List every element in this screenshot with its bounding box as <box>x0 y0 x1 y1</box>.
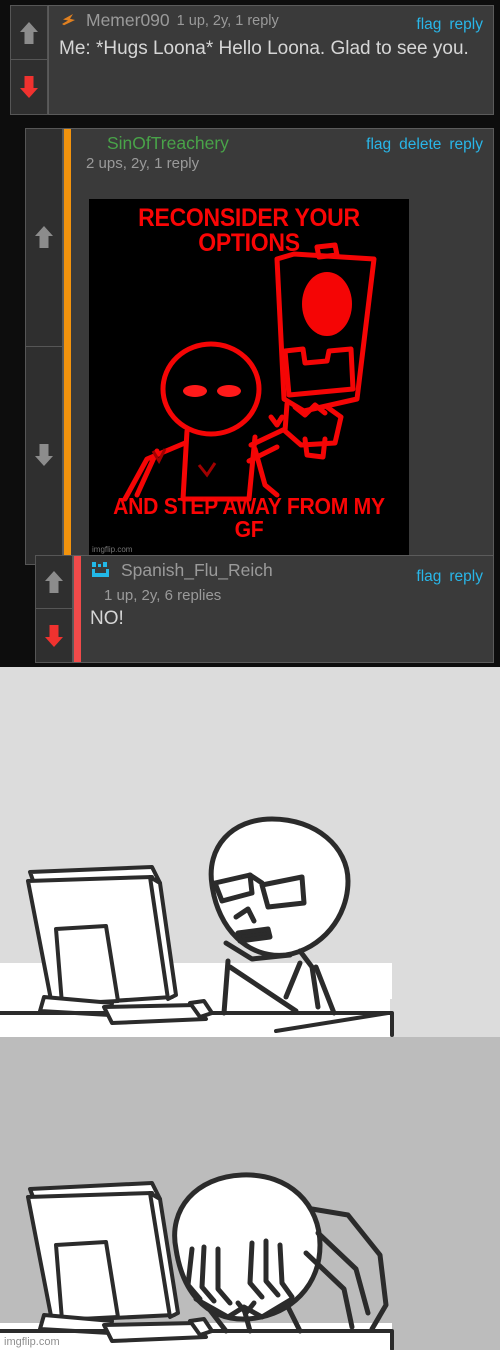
pixel-smiley-avatar-icon <box>92 561 109 577</box>
comment-actions-1: flag reply <box>416 16 483 34</box>
comment-text-3: NO! <box>90 607 124 629</box>
comment-author-group-1: Memer090 1 up, 2y, 1 reply <box>59 10 279 31</box>
downvote-arrow-icon <box>35 444 53 467</box>
computer-guy-angry-artwork <box>0 667 500 1037</box>
reply-link-2[interactable]: reply <box>449 136 483 154</box>
meme-artwork <box>89 199 409 555</box>
comment-body-3: Spanish_Flu_Reich flag reply 1 up, 2y, 6… <box>73 555 494 663</box>
upvote-button-3[interactable] <box>36 556 72 609</box>
vote-column-1 <box>10 5 48 115</box>
meme-panel-2: imgflip.com <box>0 1037 500 1350</box>
upvote-arrow-icon <box>45 571 63 593</box>
comment-header-1: Memer090 1 up, 2y, 1 reply flag reply <box>59 10 483 34</box>
vote-column-2 <box>25 128 63 565</box>
comment-username-1[interactable]: Memer090 <box>86 10 170 31</box>
imgflip-comment-thread: Memer090 1 up, 2y, 1 reply flag reply Me… <box>0 0 500 667</box>
comment-username-3[interactable]: Spanish_Flu_Reich <box>121 560 273 581</box>
downvote-button-2[interactable] <box>26 347 62 565</box>
comment-accent-bar-orange <box>64 129 71 564</box>
attached-meme-image[interactable]: RECONSIDER YOUR OPTIONS AND STEP AWAY FR… <box>89 199 409 555</box>
comment-meta-3: 1 up, 2y, 6 replies <box>104 586 222 604</box>
upvote-arrow-icon <box>20 21 38 44</box>
vote-column-3 <box>35 555 73 663</box>
downvote-arrow-icon <box>45 624 63 647</box>
comment-header-3: Spanish_Flu_Reich flag reply <box>90 560 483 586</box>
comment-actions-3: flag reply <box>416 568 483 586</box>
comment-meta-2: 2 ups, 2y, 1 reply <box>86 155 200 172</box>
comment-accent-bar-red <box>74 556 81 662</box>
comment-actions-2: flag delete reply <box>366 136 483 154</box>
comment-item-3[interactable]: Spanish_Flu_Reich flag reply 1 up, 2y, 6… <box>35 555 494 663</box>
comment-item-1[interactable]: Memer090 1 up, 2y, 1 reply flag reply Me… <box>10 5 494 115</box>
delete-link-2[interactable]: delete <box>399 136 441 154</box>
flag-link-1[interactable]: flag <box>416 16 441 34</box>
flag-link-3[interactable]: flag <box>416 568 441 586</box>
comment-body-1: Memer090 1 up, 2y, 1 reply flag reply Me… <box>48 5 494 115</box>
upvote-arrow-icon <box>35 226 53 249</box>
downvote-button-3[interactable] <box>36 609 72 662</box>
reply-link-1[interactable]: reply <box>449 16 483 34</box>
downvote-arrow-icon <box>20 76 38 98</box>
reply-link-3[interactable]: reply <box>449 568 483 586</box>
upvote-button-1[interactable] <box>11 6 47 60</box>
meme-panel-1 <box>0 667 500 1037</box>
comment-author-group-2: SinOfTreachery <box>80 133 229 154</box>
upvote-button-2[interactable] <box>26 129 62 347</box>
comment-header-2: SinOfTreachery flag delete reply <box>80 133 483 154</box>
comment-meta-1: 1 up, 2y, 1 reply <box>176 12 279 29</box>
comment-username-2[interactable]: SinOfTreachery <box>107 133 229 154</box>
comment-author-group-3: Spanish_Flu_Reich <box>90 560 273 581</box>
comment-text-1: Me: *Hugs Loona* Hello Loona. Glad to se… <box>59 37 469 59</box>
flag-link-2[interactable]: flag <box>366 136 391 154</box>
downvote-button-1[interactable] <box>11 60 47 114</box>
computer-guy-facepalm-artwork <box>0 1037 500 1350</box>
lightning-bolt-icon <box>62 13 75 25</box>
